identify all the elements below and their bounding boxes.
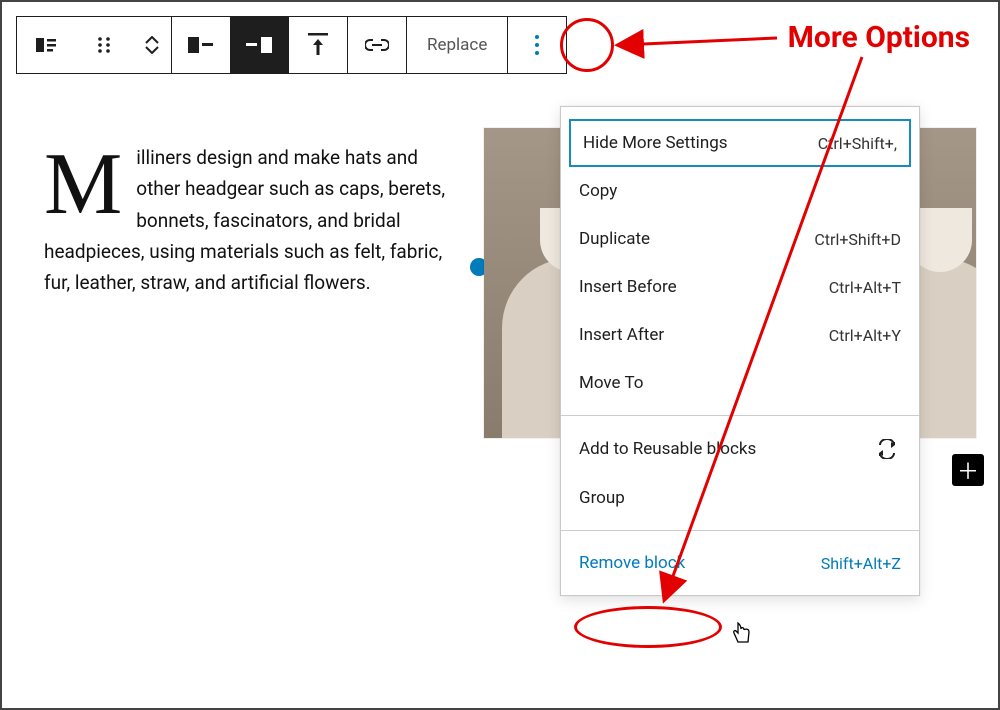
menu-item-label: Move To <box>579 373 643 393</box>
menu-item-remove-block[interactable]: Remove block Shift+Alt+Z <box>561 539 919 587</box>
menu-section: Hide More Settings Ctrl+Shift+, Copy Dup… <box>561 107 919 416</box>
media-text-icon <box>34 33 58 57</box>
menu-item-label: Duplicate <box>579 229 650 249</box>
menu-item-group[interactable]: Group <box>561 474 919 522</box>
more-options-button[interactable] <box>508 17 566 73</box>
block-mover[interactable] <box>133 17 171 73</box>
editor-stage: Replace Milliners design and make hats a… <box>0 0 1000 710</box>
annotation-ring <box>560 18 614 72</box>
menu-item-label: Remove block <box>579 553 685 573</box>
menu-item-label: Insert After <box>579 325 664 345</box>
menu-section: Remove block Shift+Alt+Z <box>561 531 919 595</box>
menu-item-shortcut: Ctrl+Alt+T <box>829 278 901 297</box>
menu-item-shortcut: Ctrl+Alt+Y <box>829 326 901 345</box>
chevron-down-icon <box>145 46 159 54</box>
plus-icon: ＋ <box>957 454 979 486</box>
dropcap: M <box>44 150 122 220</box>
vertical-align-button[interactable] <box>289 17 347 73</box>
menu-item-duplicate[interactable]: Duplicate Ctrl+Shift+D <box>561 215 919 263</box>
replace-button[interactable]: Replace <box>407 17 507 73</box>
drag-icon <box>95 36 113 54</box>
media-left-icon <box>188 35 214 55</box>
reusable-icon <box>873 438 901 460</box>
menu-item-hide-settings[interactable]: Hide More Settings Ctrl+Shift+, <box>569 119 911 167</box>
menu-item-move-to[interactable]: Move To <box>561 359 919 407</box>
add-block-button[interactable]: ＋ <box>952 454 984 486</box>
align-top-icon <box>308 33 328 57</box>
menu-item-label: Add to Reusable blocks <box>579 439 756 459</box>
menu-section: Add to Reusable blocks Group <box>561 416 919 531</box>
media-left-button[interactable] <box>172 17 230 73</box>
media-right-icon <box>246 35 272 55</box>
menu-item-insert-after[interactable]: Insert After Ctrl+Alt+Y <box>561 311 919 359</box>
annotation-ring <box>574 606 722 648</box>
cursor-hand-icon <box>730 620 752 646</box>
menu-item-reusable[interactable]: Add to Reusable blocks <box>561 424 919 474</box>
link-icon <box>365 38 389 52</box>
menu-item-copy[interactable]: Copy <box>561 167 919 215</box>
menu-item-label: Hide More Settings <box>583 133 728 153</box>
block-type-button[interactable] <box>17 17 75 73</box>
menu-item-shortcut: Ctrl+Shift+, <box>818 134 897 153</box>
paragraph-block[interactable]: Milliners design and make hats and other… <box>44 142 454 299</box>
menu-item-label: Insert Before <box>579 277 677 297</box>
menu-item-label: Group <box>579 488 625 508</box>
more-options-menu: Hide More Settings Ctrl+Shift+, Copy Dup… <box>560 106 920 596</box>
menu-item-shortcut: Ctrl+Shift+D <box>814 230 901 249</box>
drag-handle[interactable] <box>75 17 133 73</box>
media-right-button[interactable] <box>230 17 288 73</box>
menu-item-label: Copy <box>579 181 617 201</box>
link-button[interactable] <box>348 17 406 73</box>
menu-item-insert-before[interactable]: Insert Before Ctrl+Alt+T <box>561 263 919 311</box>
annotation-label: More Options <box>788 20 970 55</box>
chevron-up-icon <box>145 36 159 44</box>
menu-item-shortcut: Shift+Alt+Z <box>821 554 901 573</box>
block-toolbar: Replace <box>16 16 567 74</box>
more-vertical-icon <box>535 35 539 55</box>
